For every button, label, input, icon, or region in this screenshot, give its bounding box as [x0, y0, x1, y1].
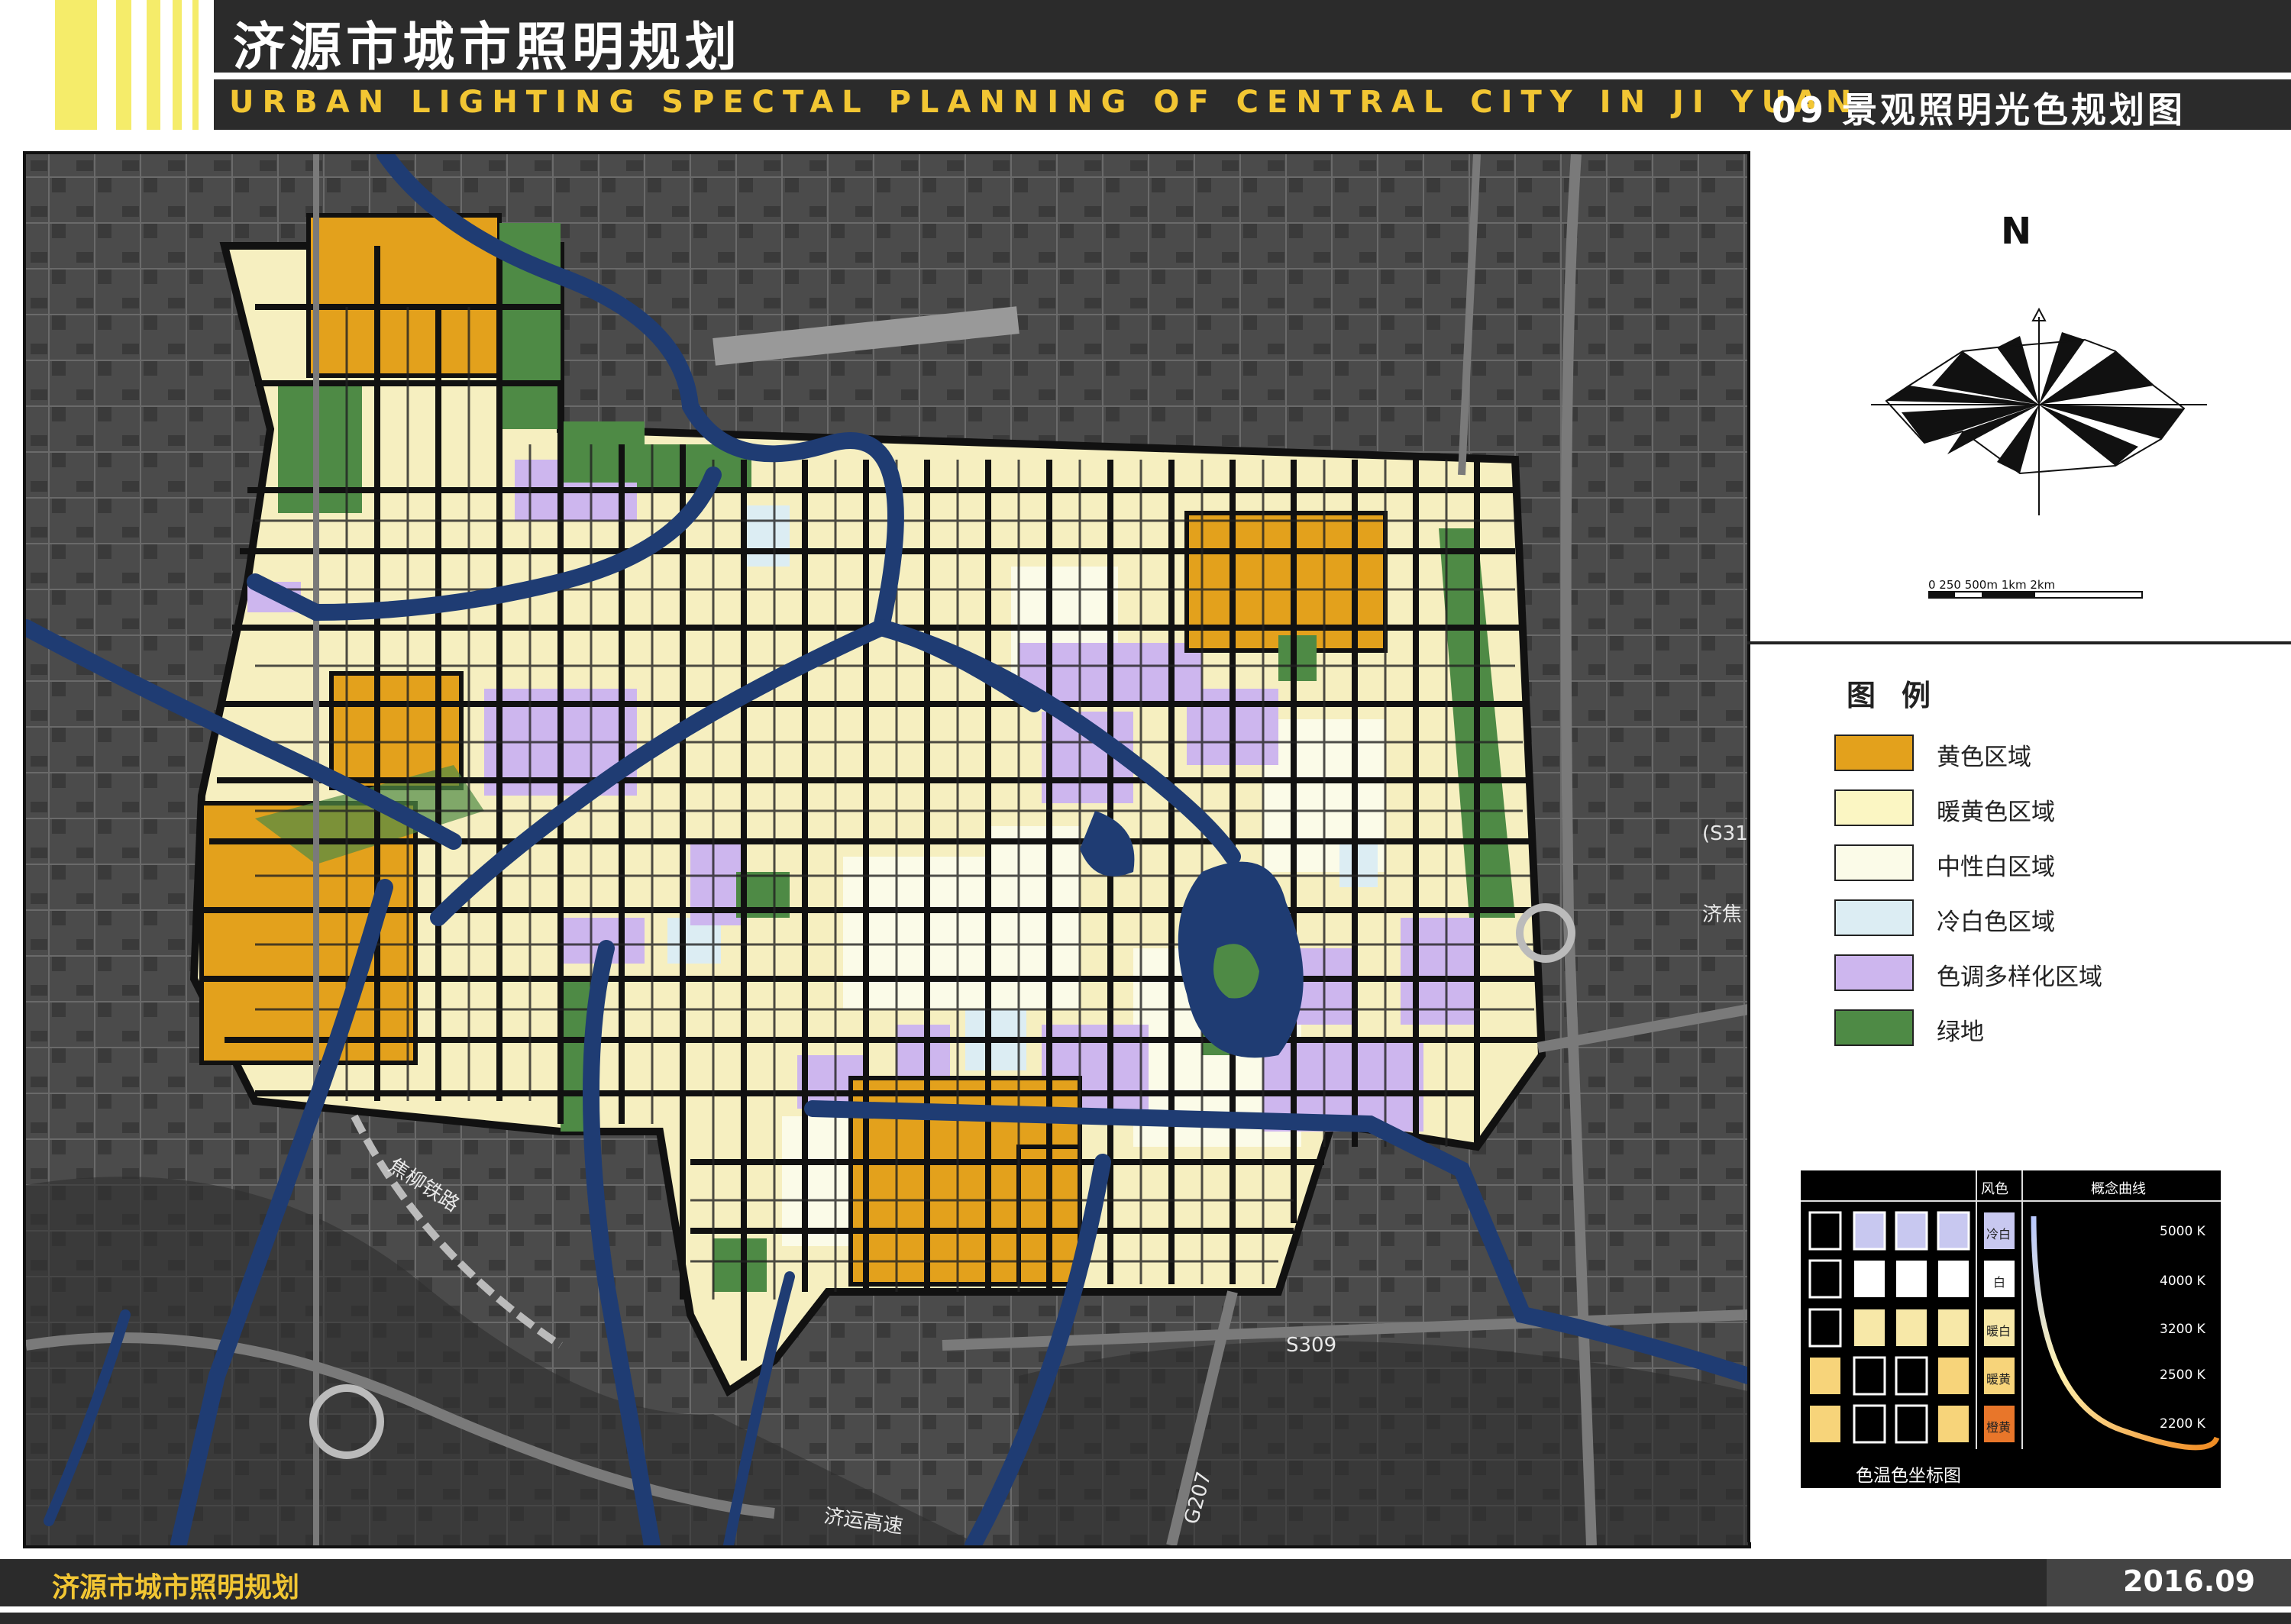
footer-project-name: 济源市城市照明规划 [52, 1572, 300, 1603]
legend-swatch [1834, 844, 1914, 881]
page-subtitle: URBAN LIGHTING SPECTAL PLANNING OF CENTR… [229, 85, 1860, 120]
legend-swatch [1834, 899, 1914, 936]
legend-label: 黄色区域 [1937, 744, 2031, 771]
cct-row-label: 暖白 [1986, 1324, 2011, 1338]
legend-label: 绿地 [1937, 1019, 1984, 1046]
legend-swatch [1834, 1009, 1914, 1046]
header-stripe [192, 0, 199, 130]
cct-kelvin: 5000 K [2160, 1224, 2205, 1239]
legend-label: 色调多样化区域 [1937, 964, 2102, 991]
road-label-jijiao: 济焦 [1702, 903, 1743, 926]
header-stripe [55, 0, 97, 130]
footer-date: 2016.09 [2123, 1564, 2256, 1598]
header-stripe [173, 0, 182, 130]
legend-swatch [1834, 735, 1914, 771]
map-frame[interactable]: 焦柳铁路 S309 G207 济运高速 济焦 (S31 [23, 151, 1751, 1548]
footer-bar [0, 1559, 2291, 1606]
cct-row-label: 橙黄 [1986, 1420, 2011, 1435]
cct-kelvin: 3200 K [2160, 1322, 2205, 1337]
legend-label: 中性白区域 [1937, 854, 2055, 881]
cct-row-label: 冷白 [1986, 1227, 2011, 1241]
cct-row-label: 白 [1993, 1275, 2006, 1290]
footer-line [0, 1613, 2291, 1624]
road-label-s31: (S31 [1702, 822, 1748, 845]
cct-kelvin: 2500 K [2160, 1367, 2205, 1383]
north-label: N [2001, 210, 2032, 253]
cct-kelvin: 2200 K [2160, 1416, 2205, 1432]
header-stripe [147, 0, 160, 130]
cct-kelvin: 4000 K [2160, 1274, 2205, 1289]
cct-col-header: 风色 [1981, 1181, 2008, 1197]
city-map [26, 154, 1748, 1545]
panel-divider [1747, 641, 2291, 644]
terrain-shade [1019, 1341, 1748, 1545]
scale-bar-text: 0 250 500m 1km 2km [1928, 578, 2056, 592]
legend-title: 图例 [1847, 679, 1957, 712]
legend-label: 暖黄色区域 [1937, 799, 2055, 826]
color-temperature-chart: 风色 概念曲线 冷白 白 暖白 暖黄 橙黄 5000 K 4000 K 3200… [1801, 1170, 2221, 1488]
road-label-s309: S309 [1286, 1334, 1337, 1357]
cct-caption: 色温色坐标图 [1856, 1466, 1961, 1486]
cct-col-header: 概念曲线 [2091, 1181, 2146, 1197]
sheet-title: 09 景观照明光色规划图 [1772, 89, 2186, 131]
legend-swatch [1834, 789, 1914, 826]
legend-swatch [1834, 954, 1914, 991]
cct-row-label: 暖黄 [1986, 1372, 2011, 1387]
page-title: 济源市城市照明规划 [233, 18, 742, 78]
legend-label: 冷白色区域 [1937, 909, 2055, 936]
compass-rose-icon [1871, 307, 2207, 515]
header-stripe [116, 0, 131, 130]
